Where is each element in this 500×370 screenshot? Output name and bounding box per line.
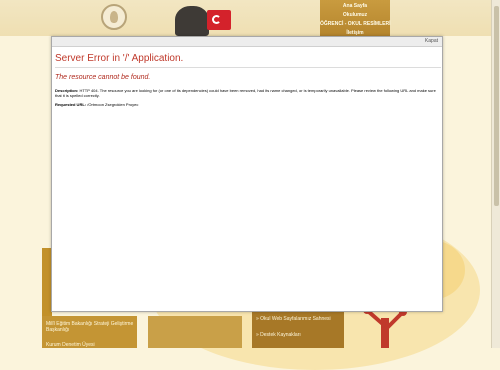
site-header: Ana Sayfa Okulumuz ÖĞRENCİ - OKUL RESİML… bbox=[0, 0, 500, 36]
close-button[interactable]: Kapat bbox=[425, 38, 438, 44]
left-info-text-2: Kurum Denetim Üyesi bbox=[46, 342, 95, 348]
error-title: Server Error in '/' Application. bbox=[55, 53, 184, 64]
error-subtitle: The resource cannot be found. bbox=[55, 74, 151, 81]
title-divider bbox=[55, 67, 441, 68]
turkish-flag-icon bbox=[207, 10, 231, 30]
link-resources[interactable]: » Destek Kaynakları bbox=[256, 332, 301, 338]
left-info-text: Millî Eğitim Bakanlığı Strateji Geliştir… bbox=[46, 321, 134, 333]
error-modal: Kapat Server Error in '/' Application. T… bbox=[51, 36, 443, 312]
middle-info-box bbox=[148, 316, 242, 348]
scrollbar-thumb[interactable] bbox=[494, 6, 499, 206]
error-description: Description: HTTP 404. The resource you … bbox=[55, 88, 439, 98]
nav-item-home[interactable]: Ana Sayfa bbox=[320, 2, 390, 11]
portrait-image bbox=[175, 6, 209, 36]
page-scrollbar[interactable] bbox=[491, 0, 500, 348]
nav-item-photos[interactable]: ÖĞRENCİ - OKUL RESİMLERİ bbox=[320, 20, 390, 29]
modal-title-bar: Kapat bbox=[52, 37, 442, 47]
left-info-box[interactable]: Millî Eğitim Bakanlığı Strateji Geliştir… bbox=[42, 316, 137, 348]
school-logo-icon bbox=[101, 4, 127, 30]
nav-item-school[interactable]: Okulumuz bbox=[320, 11, 390, 20]
description-text: HTTP 404. The resource you are looking f… bbox=[55, 88, 436, 98]
requested-url: Requested URL: /Ortmoon Zsegrokien Proye… bbox=[55, 102, 439, 107]
right-links-box: » Okul Web Sayfalarımız Sahnesi » Destek… bbox=[252, 310, 344, 348]
requested-url-value: /Ortmoon Zsegrokien Proyec bbox=[87, 102, 139, 107]
site-nav: Ana Sayfa Okulumuz ÖĞRENCİ - OKUL RESİML… bbox=[320, 0, 390, 36]
link-school-web-pages[interactable]: » Okul Web Sayfalarımız Sahnesi bbox=[256, 316, 331, 322]
requested-url-label: Requested URL: bbox=[55, 102, 87, 107]
